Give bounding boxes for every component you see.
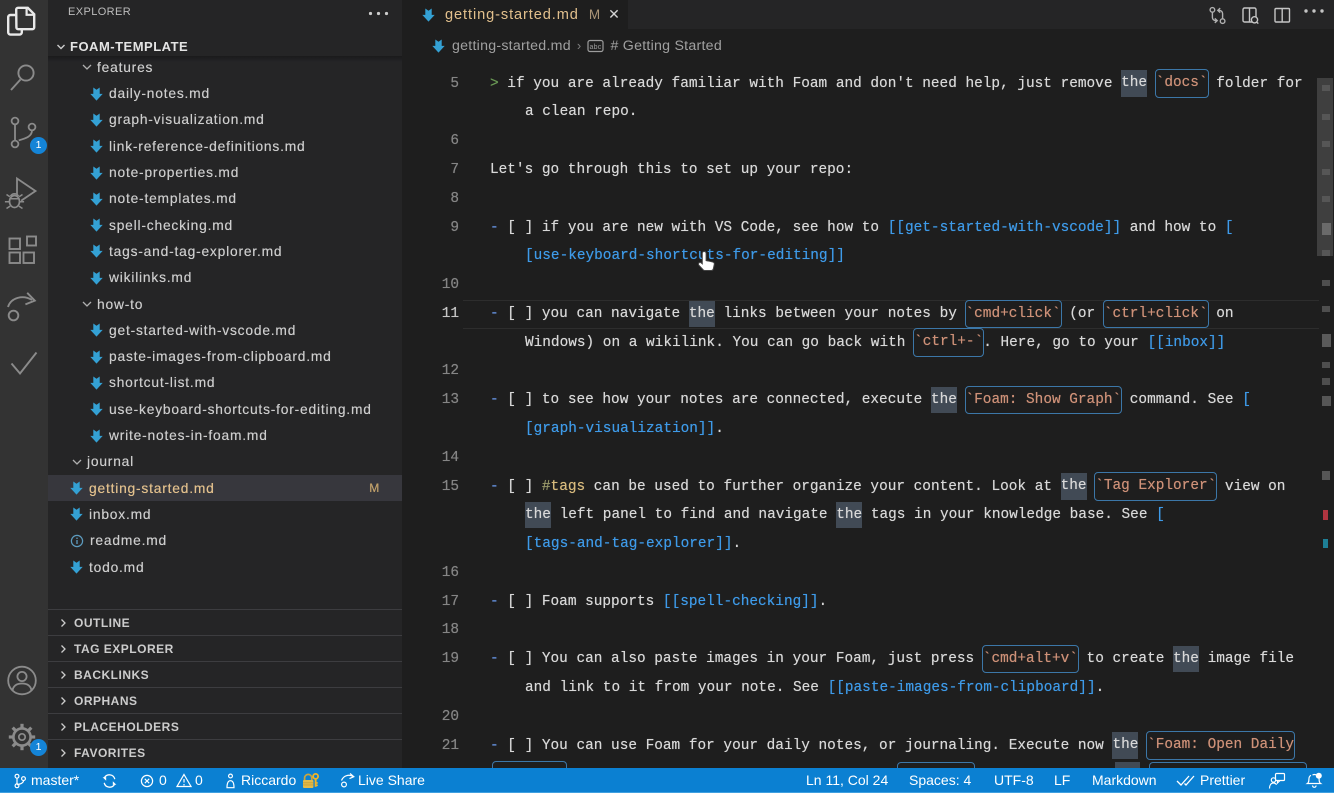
svg-text:abc: abc [590, 43, 602, 50]
